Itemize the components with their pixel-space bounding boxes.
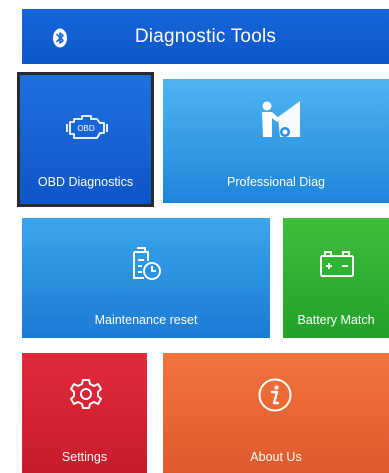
page-title: Diagnostic Tools bbox=[134, 26, 277, 47]
svg-text:OBD: OBD bbox=[77, 124, 95, 133]
tile-label: Battery Match bbox=[297, 313, 375, 327]
app-header: Diagnostic Tools bbox=[22, 9, 389, 64]
tile-battery-match[interactable]: Battery Match bbox=[283, 218, 389, 338]
engine-check-icon: OBD bbox=[66, 115, 108, 139]
tile-maintenance-reset[interactable]: Maintenance reset bbox=[22, 218, 270, 338]
tile-label: About Us bbox=[250, 450, 302, 464]
maintenance-clock-icon bbox=[133, 247, 161, 280]
tile-about-us[interactable]: About Us bbox=[163, 353, 389, 473]
tile-professional-diag[interactable]: Professional Diag bbox=[163, 79, 389, 203]
tile-label: Settings bbox=[61, 450, 108, 464]
tile-settings[interactable]: Settings bbox=[22, 353, 147, 473]
tile-label: Professional Diag bbox=[227, 175, 325, 189]
tile-label: OBD Diagnostics bbox=[37, 175, 134, 189]
gear-icon bbox=[70, 379, 102, 409]
tile-obd-diagnostics[interactable]: OBD OBD Diagnostics bbox=[20, 75, 151, 204]
tile-label: Maintenance reset bbox=[94, 313, 198, 327]
info-icon bbox=[258, 378, 292, 412]
mechanic-car-icon bbox=[262, 101, 300, 137]
battery-icon bbox=[320, 251, 354, 277]
